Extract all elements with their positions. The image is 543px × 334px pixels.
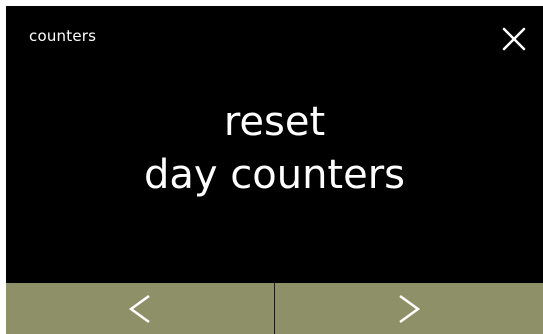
chevron-right-icon <box>399 294 421 323</box>
close-button[interactable] <box>496 21 532 57</box>
message: reset day counters <box>6 96 543 202</box>
screen: counters reset day counters <box>6 6 543 334</box>
navigation-bar <box>6 283 543 334</box>
message-line-1: reset <box>223 99 326 145</box>
message-line-2: day counters <box>143 152 406 198</box>
close-icon <box>502 27 526 51</box>
screen-title: counters <box>29 27 97 45</box>
chevron-left-icon <box>128 294 150 323</box>
next-button[interactable] <box>275 283 543 334</box>
previous-button[interactable] <box>6 283 274 334</box>
